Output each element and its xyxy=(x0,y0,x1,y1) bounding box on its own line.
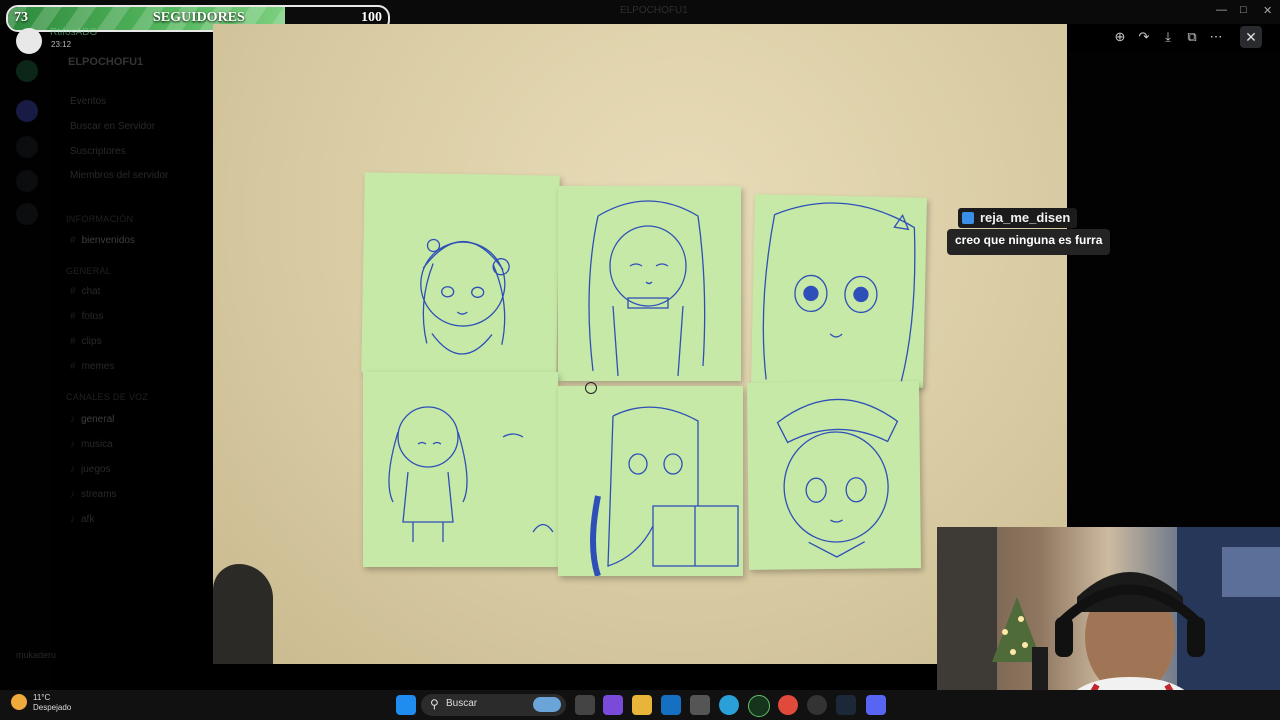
shadow xyxy=(213,564,273,664)
search-input[interactable]: ⚲ Buscar xyxy=(421,694,566,716)
channel-item[interactable]: Eventos xyxy=(70,96,106,107)
channel-item[interactable]: Suscriptores xyxy=(70,146,126,157)
open-external-icon[interactable]: ⧉ xyxy=(1181,26,1203,48)
sticky-note-drawing xyxy=(558,186,741,381)
discover-icon[interactable] xyxy=(16,203,38,225)
voice-channel-item[interactable]: ♪ afk xyxy=(70,514,94,525)
post-author[interactable]: RtifosADG xyxy=(50,27,97,38)
copilot-icon[interactable] xyxy=(603,695,623,715)
channel-item[interactable]: Buscar en Servidor xyxy=(70,121,155,132)
search-highlight-icon xyxy=(533,697,561,712)
weather-widget[interactable]: 11°C Despejado xyxy=(33,693,71,713)
current-user[interactable]: mukaderu xyxy=(16,650,56,660)
post-time: 23:12 xyxy=(51,40,72,49)
search-placeholder: Buscar xyxy=(446,698,478,709)
section-header[interactable]: INFORMACIÓN xyxy=(66,214,133,224)
chrome-icon[interactable] xyxy=(778,695,798,715)
window-title: ELPOCHOFU1 xyxy=(620,5,688,16)
weather-icon[interactable] xyxy=(11,694,27,710)
follower-current: 73 xyxy=(14,10,28,25)
server-icon[interactable] xyxy=(16,60,38,82)
voice-channel-item[interactable]: ♪ musica xyxy=(70,439,113,450)
chat-message: creo que ninguna es furra xyxy=(947,229,1111,255)
close-viewer-button[interactable]: ✕ xyxy=(1240,26,1262,48)
file-explorer-icon[interactable] xyxy=(632,695,652,715)
avatar[interactable] xyxy=(16,28,42,54)
start-icon[interactable] xyxy=(396,695,416,715)
sticky-note-drawing xyxy=(751,194,927,388)
server-icon[interactable] xyxy=(16,100,38,122)
channel-item[interactable]: # clips xyxy=(70,336,102,347)
obs-icon[interactable] xyxy=(807,695,827,715)
forward-icon[interactable]: ↷ xyxy=(1133,26,1155,48)
voice-channel-item[interactable]: ♪ streams xyxy=(70,489,117,500)
store-icon[interactable] xyxy=(690,695,710,715)
close-window-icon[interactable]: ✕ xyxy=(1263,4,1272,17)
task-view-icon[interactable] xyxy=(575,695,595,715)
cursor-icon xyxy=(585,382,597,394)
channel-sidebar: ELPOCHOFU1 Eventos Buscar en Servidor Su… xyxy=(52,50,212,690)
server-icon[interactable] xyxy=(16,136,38,158)
discord-icon[interactable] xyxy=(866,695,886,715)
more-icon[interactable]: ⋯ xyxy=(1205,26,1227,48)
sticky-note-drawing xyxy=(363,372,558,567)
weather-temp: 11°C xyxy=(33,693,51,702)
sticky-note-drawing xyxy=(558,386,743,576)
search-icon: ⚲ xyxy=(430,697,439,711)
channel-item[interactable]: # memes xyxy=(70,361,114,372)
server-name[interactable]: ELPOCHOFU1 xyxy=(68,56,143,68)
minimize-icon[interactable]: — xyxy=(1216,4,1227,16)
section-header[interactable]: CANALES DE VOZ xyxy=(66,392,148,402)
outlook-icon[interactable] xyxy=(661,695,681,715)
server-rail xyxy=(0,0,52,690)
chat-username: reja_me_disen xyxy=(958,208,1078,228)
section-header[interactable]: GENERAL xyxy=(66,266,111,276)
steam-icon[interactable] xyxy=(836,695,856,715)
weather-desc: Despejado xyxy=(33,703,72,712)
voice-channel-item[interactable]: ♪ juegos xyxy=(70,464,110,475)
sticky-note-drawing xyxy=(747,381,921,570)
download-icon[interactable]: ⤓ xyxy=(1157,26,1179,48)
sticky-note-drawing xyxy=(361,172,560,376)
channel-item[interactable]: # fotos xyxy=(70,311,103,322)
zoom-in-icon[interactable]: ⊕ xyxy=(1109,26,1131,48)
chat-badge-icon xyxy=(962,212,974,224)
app-icon[interactable] xyxy=(748,695,770,717)
edge-icon[interactable] xyxy=(719,695,739,715)
maximize-icon[interactable]: □ xyxy=(1240,4,1247,16)
add-server-icon[interactable] xyxy=(16,170,38,192)
voice-channel-item[interactable]: ♪ general xyxy=(70,414,114,425)
channel-item[interactable]: # chat xyxy=(70,286,100,297)
channel-item-bienvenidos[interactable]: # bienvenidos xyxy=(70,235,135,246)
channel-item[interactable]: Miembros del servidor xyxy=(70,170,168,181)
member-panel xyxy=(1067,52,1280,528)
